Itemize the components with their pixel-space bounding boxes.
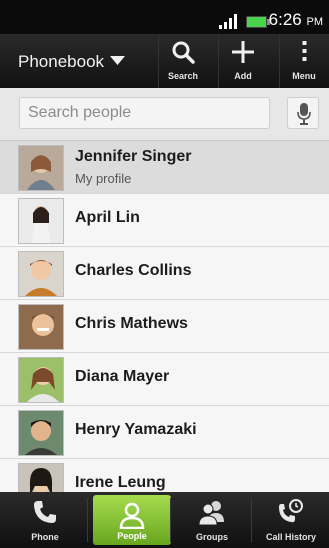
menu-button[interactable]: Menu <box>279 34 328 88</box>
tab-divider <box>87 498 88 542</box>
search-bar <box>0 88 329 141</box>
avatar <box>18 304 64 350</box>
contact-name: Diana Mayer <box>75 368 170 385</box>
contact-row-my-profile[interactable]: Jennifer Singer My profile <box>0 141 329 194</box>
phone-icon <box>34 501 56 523</box>
contact-row[interactable]: April Lin <box>0 194 329 247</box>
search-label: Search <box>167 71 199 81</box>
microphone-icon <box>297 103 311 125</box>
chevron-down-icon[interactable] <box>110 56 125 65</box>
status-bar: 6:26 PM <box>0 0 329 34</box>
voice-search-button[interactable] <box>287 97 319 129</box>
avatar <box>18 251 64 297</box>
call-history-icon <box>279 499 303 523</box>
tab-label: Groups <box>195 532 228 542</box>
contact-row[interactable]: Irene Leung <box>0 459 329 492</box>
action-bar: Phonebook Search Add Menu <box>0 34 329 89</box>
tab-label: Call History <box>265 532 316 542</box>
tab-label: Phone <box>31 532 59 542</box>
plus-icon <box>232 41 254 63</box>
search-people-input[interactable] <box>19 97 270 129</box>
contact-name: April Lin <box>75 209 140 226</box>
contact-name: Henry Yamazaki <box>75 421 197 438</box>
phonebook-dropdown[interactable]: Phonebook <box>18 52 104 72</box>
more-vertical-icon <box>302 41 307 61</box>
search-button[interactable]: Search <box>158 34 207 88</box>
contact-list[interactable]: Jennifer Singer My profile April Lin Cha… <box>0 141 329 492</box>
contact-subtitle: My profile <box>75 171 132 186</box>
contact-row[interactable]: Chris Mathews <box>0 300 329 353</box>
contact-name: Irene Leung <box>75 474 166 491</box>
bottom-tab-bar: Phone People Groups Call History <box>0 492 329 548</box>
avatar <box>18 410 64 456</box>
tab-phone[interactable]: Phone <box>6 492 84 548</box>
avatar <box>18 145 64 191</box>
avatar <box>18 198 64 244</box>
contact-name: Chris Mathews <box>75 315 188 332</box>
contact-row[interactable]: Henry Yamazaki <box>0 406 329 459</box>
battery-icon <box>246 16 270 28</box>
contact-name: Jennifer Singer <box>75 148 192 165</box>
menu-label: Menu <box>292 71 316 81</box>
tab-label: People <box>117 531 147 541</box>
contact-name: Charles Collins <box>75 262 192 279</box>
groups-icon <box>198 501 224 526</box>
add-label: Add <box>234 71 252 81</box>
avatar <box>18 357 64 403</box>
status-time: 6:26 PM <box>268 10 323 29</box>
signal-icon <box>219 14 237 29</box>
add-button[interactable]: Add <box>218 34 267 88</box>
person-icon <box>119 502 145 529</box>
contact-row[interactable]: Diana Mayer <box>0 353 329 406</box>
tab-groups[interactable]: Groups <box>173 492 251 548</box>
contact-row[interactable]: Charles Collins <box>0 247 329 300</box>
tab-divider <box>170 498 171 542</box>
tab-call-history[interactable]: Call History <box>252 492 329 548</box>
avatar <box>18 463 64 492</box>
tab-people[interactable]: People <box>93 495 171 545</box>
search-icon <box>172 41 195 64</box>
